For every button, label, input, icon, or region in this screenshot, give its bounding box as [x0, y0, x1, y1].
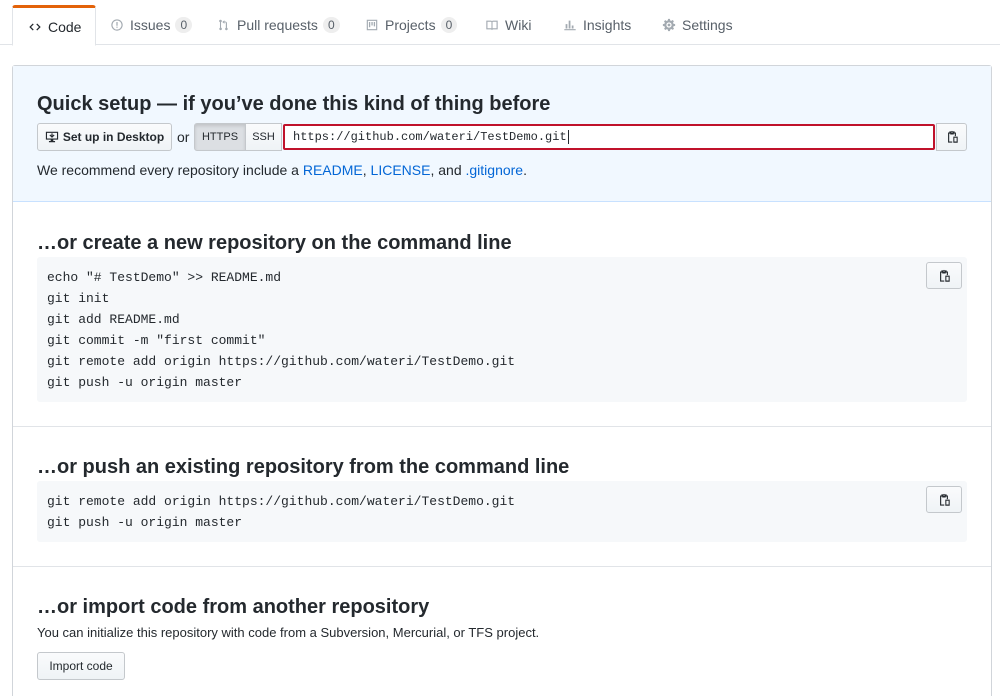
project-icon — [364, 17, 380, 33]
tab-issues[interactable]: Issues 0 — [109, 5, 193, 45]
tab-projects-label: Projects — [385, 17, 436, 33]
clone-url-value: https://github.com/wateri/TestDemo.git — [293, 130, 567, 144]
projects-counter: 0 — [440, 17, 458, 33]
quick-setup-section: Quick setup — if you’ve done this kind o… — [13, 66, 991, 202]
tab-issues-label: Issues — [130, 17, 171, 33]
import-code-description: You can initialize this repository with … — [37, 625, 540, 640]
readme-link[interactable]: README — [303, 162, 363, 178]
push-existing-title: …or push an existing repository from the… — [37, 456, 570, 478]
code-line: git push -u origin master — [47, 375, 243, 390]
import-code-section: …or import code from another repository … — [13, 567, 991, 696]
code-line: git remote add origin https://github.com… — [47, 354, 516, 369]
copy-new-repo-commands-button[interactable] — [926, 262, 962, 289]
text-caret — [567, 130, 569, 144]
tab-insights[interactable]: Insights — [562, 5, 631, 45]
setup-in-desktop-button[interactable]: Set up in Desktop — [37, 123, 172, 151]
code-line: git init — [47, 291, 110, 306]
tab-pull-requests[interactable]: Pull requests 0 — [216, 5, 340, 45]
or-label: or — [177, 129, 190, 145]
desktop-download-icon — [45, 130, 59, 144]
copy-clone-url-button[interactable] — [936, 123, 967, 151]
tab-code-label: Code — [48, 18, 82, 35]
empty-repo-setup-box: Quick setup — if you’ve done this kind o… — [12, 65, 992, 696]
book-icon — [484, 17, 500, 33]
new-repo-title: …or create a new repository on the comma… — [37, 232, 512, 254]
tab-insights-label: Insights — [583, 17, 632, 33]
tab-settings-label: Settings — [682, 17, 733, 33]
quick-setup-title: Quick setup — if you’ve done this kind o… — [37, 93, 551, 115]
code-icon — [27, 19, 43, 35]
code-line: git commit -m "first commit" — [47, 333, 266, 348]
clone-url-input[interactable]: https://github.com/wateri/TestDemo.git — [283, 124, 935, 150]
gitignore-link[interactable]: .gitignore — [466, 162, 524, 178]
tab-settings[interactable]: Settings — [661, 5, 733, 45]
repo-tab-nav: Code Issues 0 Pull requests 0 Projects 0… — [0, 0, 1000, 46]
push-existing-section: …or push an existing repository from the… — [13, 427, 991, 567]
clippy-icon — [945, 130, 959, 144]
tab-wiki[interactable]: Wiki — [484, 5, 531, 45]
pull-requests-counter: 0 — [322, 17, 340, 33]
license-link[interactable]: LICENSE — [371, 162, 431, 178]
recommend-text: We recommend every repository include a … — [37, 162, 527, 178]
push-existing-code-block: git remote add origin https://github.com… — [37, 481, 967, 542]
tab-code[interactable]: Code — [12, 5, 97, 46]
issue-opened-icon — [109, 17, 125, 33]
recommend-sep: , and — [430, 162, 466, 178]
tab-projects[interactable]: Projects 0 — [364, 5, 458, 45]
gear-icon — [661, 17, 677, 33]
clippy-icon — [937, 269, 951, 283]
code-line: git push -u origin master — [47, 515, 243, 530]
ssh-toggle[interactable]: SSH — [246, 123, 282, 151]
code-line: git add README.md — [47, 312, 180, 327]
code-line: echo "# TestDemo" >> README.md — [47, 270, 282, 285]
tab-wiki-label: Wiki — [505, 17, 532, 33]
issues-counter: 0 — [175, 17, 193, 33]
setup-in-desktop-label: Set up in Desktop — [62, 130, 165, 144]
import-code-title: …or import code from another repository — [37, 596, 430, 618]
git-pull-request-icon — [216, 17, 232, 33]
import-code-button[interactable]: Import code — [37, 652, 125, 680]
recommend-sep: , — [362, 162, 371, 178]
https-toggle[interactable]: HTTPS — [194, 123, 246, 151]
new-repo-section: …or create a new repository on the comma… — [13, 203, 991, 427]
clippy-icon — [937, 493, 951, 507]
code-line: git remote add origin https://github.com… — [47, 494, 516, 509]
copy-push-commands-button[interactable] — [926, 486, 962, 513]
graph-icon — [562, 17, 578, 33]
tab-pull-requests-label: Pull requests — [237, 17, 318, 33]
new-repo-code-block: echo "# TestDemo" >> README.md git init … — [37, 257, 967, 402]
recommend-period: . — [523, 162, 527, 178]
recommend-prefix: We recommend every repository include a — [37, 162, 303, 178]
